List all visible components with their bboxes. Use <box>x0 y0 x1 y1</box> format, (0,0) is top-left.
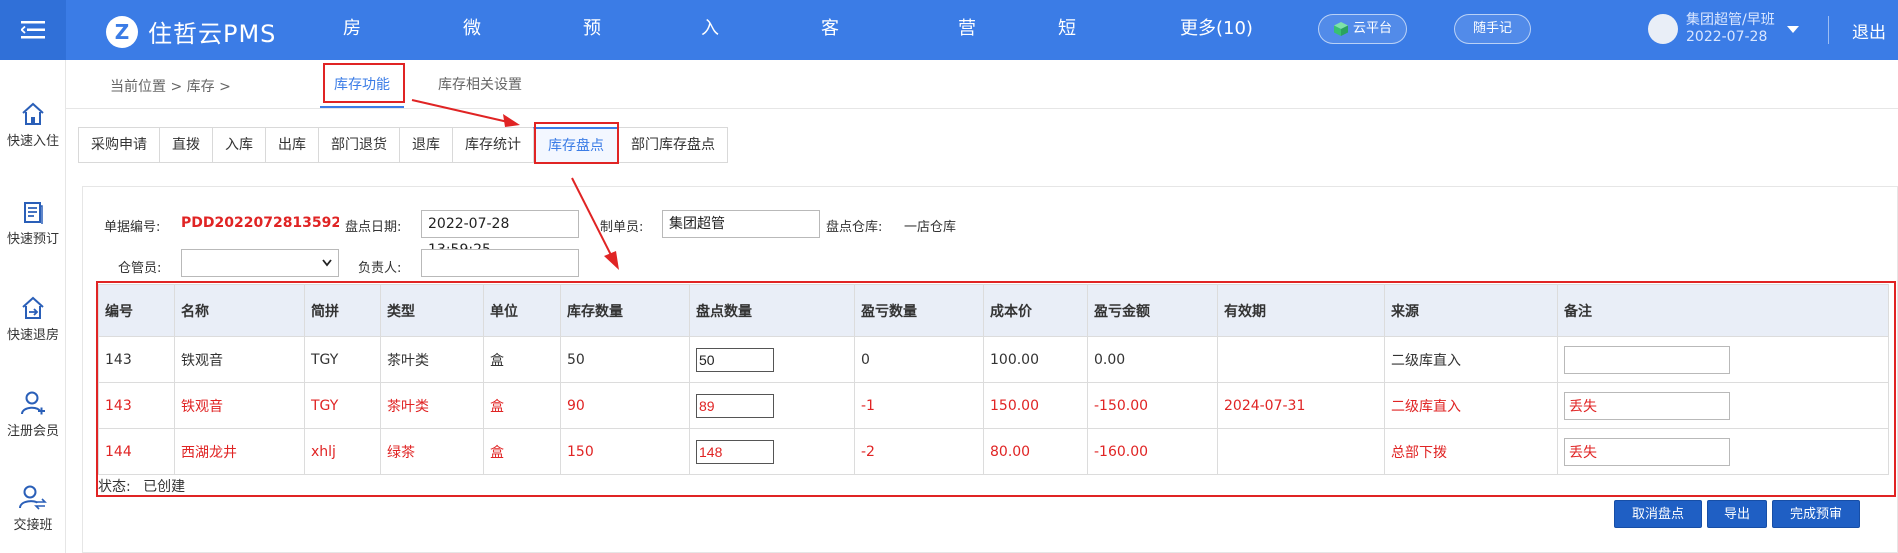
arrow-to-table <box>571 177 619 270</box>
arrow-to-count-tab <box>411 99 520 127</box>
annotation-arrows <box>411 99 619 270</box>
